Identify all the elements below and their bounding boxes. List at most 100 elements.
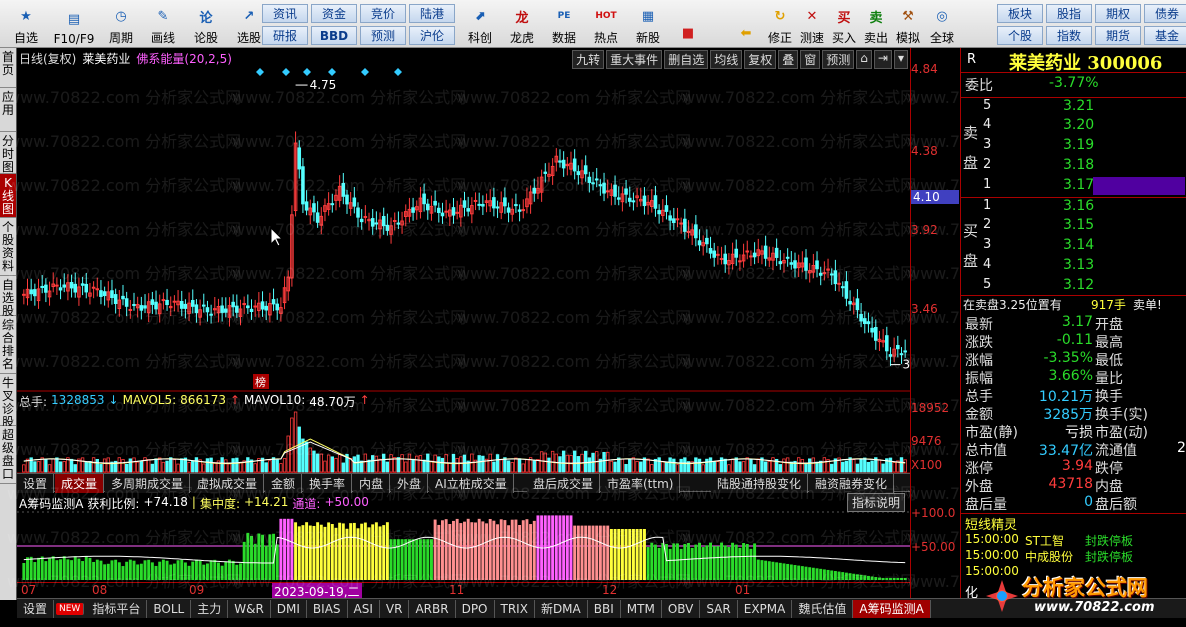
toolbar2-btn-2[interactable]: PE 数据 [542,2,586,46]
indicator-name[interactable]: 佛系能量(20,2,5) [136,50,232,67]
bottom-tab-5[interactable]: W&R [228,599,271,618]
elves-title[interactable]: 短线精灵 [961,513,1186,533]
bid-row-1[interactable]: 1 3.16 [961,197,1186,216]
vol-tab-6[interactable]: 内盘 [353,474,391,493]
left-tab-5[interactable]: 自选股 [0,276,16,318]
bottom-tab-0[interactable]: 设置 [17,599,55,618]
toolbar-btn-2[interactable]: ◷ 周期 [100,2,142,46]
ask-row-4[interactable]: 4 3.20 [961,117,1186,136]
chart-btn-7[interactable]: 预测 [822,50,855,69]
vol-tab-0[interactable]: 设置 [17,474,55,493]
chart-btn-2[interactable]: 删自选 [664,50,709,69]
bottom-tab-10[interactable]: ARBR [409,599,456,618]
market-btn-个股[interactable]: 个股 [997,26,1043,45]
kline-chart-svg[interactable]: 4.75 3.08 榜 [17,48,910,600]
quick-btn-竞价[interactable]: 竞价 [360,4,406,23]
vol-tab-2[interactable]: 多周期成交量 [105,474,191,493]
vol-tab-9[interactable]: 盘后成交量 [527,474,601,493]
toolbar-btn-1[interactable]: ▤ F10/F9 [48,2,100,47]
ask-row-5[interactable]: 5 3.21 [961,97,1186,116]
bid-row-2[interactable]: 2 3.15 [961,217,1186,236]
chart-btn-6[interactable]: 窗 [800,50,821,69]
chart-btn-3[interactable]: 均线 [710,50,743,69]
quick-btn-沪伦[interactable]: 沪伦 [409,26,455,45]
quick-btn-预测[interactable]: 预测 [360,26,406,45]
quick-btn-BBD[interactable]: BBD [311,26,357,45]
vol-tab-7[interactable]: 外盘 [391,474,429,493]
chart-btn-5[interactable]: 叠 [778,50,799,69]
left-tab-2[interactable]: 分时图 [0,132,16,174]
bottom-tab-20[interactable]: A筹码监测A [853,599,931,618]
vol-tab-4[interactable]: 金额 [265,474,303,493]
vol-tab-1[interactable]: 成交量 [55,474,105,493]
bottom-tab-3[interactable]: BOLL [147,599,192,618]
toolbar2-btn-1[interactable]: 龙龙虎 [500,2,544,46]
vol-tab-8[interactable]: AI立桩成交量 [429,474,514,493]
bottom-tab-18[interactable]: EXPMA [738,599,793,618]
left-tab-4[interactable]: 个股资料 [0,218,16,276]
left-tab-3[interactable]: K线图 [0,174,16,218]
left-tab-8[interactable]: 超级盘口 [0,426,16,484]
ask-row-1[interactable]: 1 3.17 [961,177,1186,196]
left-tab-0[interactable]: 首页 [0,48,16,88]
toolbar3-btn-3[interactable]: ✕ 测速 [796,2,828,46]
bottom-tab-1[interactable]: NEW [56,602,85,615]
toolbar2-btn-3[interactable]: HOT 热点 [584,2,628,46]
chart-btn-4[interactable]: 复权 [744,50,777,69]
toolbar3-btn-2[interactable]: ↻ 修正 [764,2,796,46]
market-btn-基金[interactable]: 基金 [1144,26,1186,45]
ask-row-2[interactable]: 2 3.18 [961,157,1186,176]
indicator-help-button[interactable]: 指标说明 [847,493,906,512]
vol-tab-12[interactable]: 融资融券变化 [809,474,895,493]
chart-btn-0[interactable]: 九转 [572,50,605,69]
bottom-tab-6[interactable]: DMI [271,599,307,618]
market-btn-期货[interactable]: 期货 [1095,26,1141,45]
toolbar2-btn-0[interactable]: ⬈ 科创 [458,2,502,46]
toolbar-btn-4[interactable]: 论论股 [184,2,228,46]
bottom-tab-7[interactable]: BIAS [307,599,348,618]
vol-tab-11[interactable]: 陆股通持股变化 [711,474,809,493]
chart-btn-1[interactable]: 重大事件 [606,50,663,69]
quick-btn-陆港[interactable]: 陆港 [409,4,455,23]
bottom-tab-2[interactable]: 指标平台 [86,599,148,618]
toolbar3-btn-0[interactable]: ■ [672,2,704,46]
market-btn-期权[interactable]: 期权 [1095,4,1141,23]
chart-btn-10[interactable]: ▾ [893,50,908,69]
bottom-tab-16[interactable]: OBV [662,599,701,618]
quick-btn-研报[interactable]: 研报 [262,26,308,45]
bottom-tab-19[interactable]: 魏氏估值 [792,599,854,618]
chart-btn-9[interactable]: ⇥ [873,50,892,69]
bottom-tab-8[interactable]: ASI [348,599,380,618]
toolbar3-btn-7[interactable]: ◎ 全球 [926,2,958,46]
quick-btn-资金[interactable]: 资金 [311,4,357,23]
toolbar-btn-3[interactable]: ✎ 画线 [142,2,184,46]
vol-tab-10[interactable]: 市盈率(ttm) [601,474,681,493]
bottom-tab-9[interactable]: VR [380,599,410,618]
market-btn-债券[interactable]: 债券 [1144,4,1186,23]
bottom-tab-12[interactable]: TRIX [495,599,535,618]
left-tab-6[interactable]: 综合排名 [0,316,16,374]
market-btn-板块[interactable]: 板块 [997,4,1043,23]
toolbar3-btn-6[interactable]: ⚒ 模拟 [892,2,924,46]
left-tab-1[interactable]: 应用 [0,88,16,132]
bid-row-3[interactable]: 3 3.14 [961,237,1186,256]
bottom-tab-14[interactable]: BBI [588,599,621,618]
toolbar3-btn-1[interactable]: ⬅ [730,2,762,46]
bottom-tab-4[interactable]: 主力 [191,599,229,618]
ask-row-3[interactable]: 3 3.19 [961,137,1186,156]
vol-tab-3[interactable]: 虚拟成交量 [191,474,265,493]
toolbar2-btn-4[interactable]: ▦ 新股 [626,2,670,46]
bid-row-5[interactable]: 5 3.12 [961,277,1186,296]
vol-tab-5[interactable]: 换手率 [303,474,353,493]
toolbar3-btn-5[interactable]: 卖卖出 [860,2,892,46]
market-btn-股指[interactable]: 股指 [1046,4,1092,23]
bottom-tab-15[interactable]: MTM [621,599,662,618]
chart-btn-8[interactable]: ⌂ [856,50,872,69]
quick-btn-资讯[interactable]: 资讯 [262,4,308,23]
toolbar-btn-0[interactable]: ★ 自选 [4,2,48,46]
bottom-tab-11[interactable]: DPO [456,599,495,618]
bottom-tab-13[interactable]: 新DMA [535,599,588,618]
left-tab-7[interactable]: 牛叉诊股 [0,374,16,429]
bottom-tab-17[interactable]: SAR [700,599,738,618]
toolbar3-btn-4[interactable]: 买买入 [828,2,860,46]
